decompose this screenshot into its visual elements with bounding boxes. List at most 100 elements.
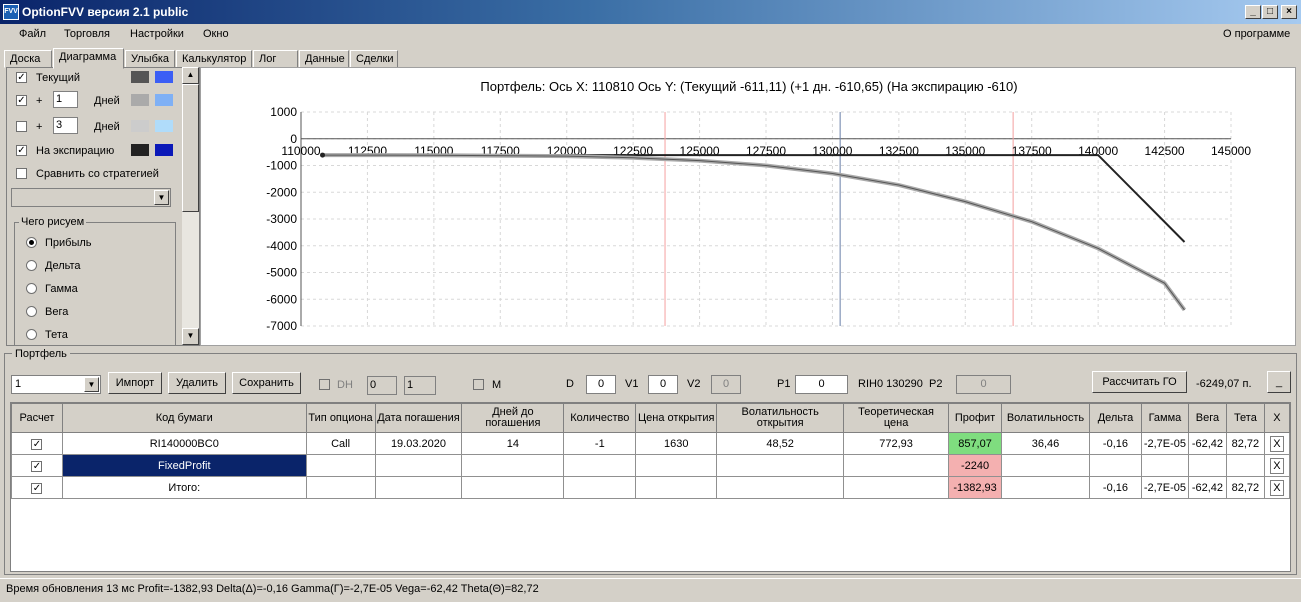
row-calc-checkbox[interactable]: ✓ [31, 438, 43, 450]
cell-profit[interactable]: 857,07 [948, 432, 1003, 455]
d1-dark-swatch[interactable] [131, 94, 149, 106]
scroll-thumb[interactable] [182, 84, 199, 212]
cell-theta[interactable] [1225, 454, 1265, 477]
cell-gamma[interactable] [1140, 454, 1189, 477]
current-dark-swatch[interactable] [131, 71, 149, 83]
remove-row-button[interactable]: X [1269, 435, 1284, 452]
cell-theor-price[interactable] [843, 454, 950, 477]
cell-qty[interactable]: -1 [563, 432, 637, 455]
tab-board[interactable]: Доска [4, 50, 52, 68]
cell-profit[interactable]: -1382,93 [948, 476, 1003, 499]
menu-trading[interactable]: Торговля [64, 28, 110, 40]
cell-open-price[interactable] [635, 454, 718, 477]
cell-vol[interactable] [1001, 454, 1090, 477]
cell-vol[interactable] [1001, 476, 1090, 499]
d3-light-swatch[interactable] [155, 120, 173, 132]
col-calc[interactable]: Расчет [11, 403, 63, 433]
cell-delta[interactable]: -0,16 [1088, 432, 1142, 455]
cell-open-price[interactable]: 1630 [635, 432, 718, 455]
table-row[interactable]: ✓ RI140000BC0 Call 19.03.2020 14 -1 1630… [11, 432, 1291, 455]
col-days[interactable]: Дней до погашения [461, 403, 565, 433]
save-button[interactable]: Сохранить [232, 372, 301, 394]
days1-input[interactable]: 1 [53, 91, 78, 108]
cell-open-price[interactable] [635, 476, 718, 499]
cell-type[interactable] [305, 476, 376, 499]
radio-theta[interactable] [26, 329, 37, 340]
tab-log[interactable]: Лог [253, 50, 298, 68]
days2-input[interactable]: 3 [53, 117, 78, 134]
collapse-button[interactable]: _ [1267, 371, 1291, 393]
d-field[interactable]: 0 [586, 375, 616, 394]
chevron-down-icon[interactable]: ▼ [154, 190, 169, 205]
minimize-button[interactable]: _ [1245, 5, 1261, 19]
table-row[interactable]: ✓ FixedProfit -2240 X [11, 454, 1291, 477]
calc-go-button[interactable]: Рассчитать ГО [1092, 371, 1187, 393]
d3-dark-swatch[interactable] [131, 120, 149, 132]
cell-vega[interactable] [1187, 454, 1227, 477]
menu-settings[interactable]: Настройки [130, 28, 184, 40]
cell-qty[interactable] [563, 454, 637, 477]
cell-date[interactable] [374, 454, 463, 477]
cell-delta[interactable]: -0,16 [1088, 476, 1142, 499]
portfolio-select[interactable]: 1 ▼ [11, 375, 101, 394]
current-checkbox[interactable]: ✓ [16, 72, 27, 83]
cell-days[interactable] [461, 454, 565, 477]
menu-window[interactable]: Окно [203, 28, 229, 40]
plus-days1-checkbox[interactable]: ✓ [16, 95, 27, 106]
col-open-vol[interactable]: Волатильность открытия [716, 403, 845, 433]
tab-calculator[interactable]: Калькулятор [176, 50, 252, 68]
row-calc-checkbox[interactable]: ✓ [31, 460, 43, 472]
col-vega[interactable]: Вега [1187, 403, 1227, 433]
cell-days[interactable] [461, 476, 565, 499]
current-light-swatch[interactable] [155, 71, 173, 83]
tab-deals[interactable]: Сделки [350, 50, 398, 68]
cell-code[interactable]: Итого: [61, 476, 307, 499]
cell-days[interactable]: 14 [461, 432, 565, 455]
menu-file[interactable]: Файл [19, 28, 46, 40]
table-row[interactable]: ✓ Итого: -1382,93 -0,16 -2,7E-05 -62,42 … [11, 476, 1291, 499]
tab-smile[interactable]: Улыбка [125, 50, 175, 68]
p2-field[interactable]: 0 [956, 375, 1011, 394]
cell-gamma[interactable]: -2,7E-05 [1140, 476, 1189, 499]
remove-row-button[interactable]: X [1269, 457, 1284, 474]
cell-open-vol[interactable] [716, 476, 845, 499]
row-calc-checkbox[interactable]: ✓ [31, 482, 43, 494]
menu-about[interactable]: О программе [1223, 28, 1290, 40]
col-delta[interactable]: Дельта [1088, 403, 1142, 433]
col-remove[interactable]: X [1263, 403, 1291, 433]
col-theta[interactable]: Тета [1225, 403, 1265, 433]
strategy-select[interactable]: ▼ [11, 188, 171, 207]
delete-button[interactable]: Удалить [168, 372, 226, 394]
cell-vega[interactable]: -62,42 [1187, 432, 1227, 455]
cell-type[interactable]: Call [305, 432, 376, 455]
radio-delta[interactable] [26, 260, 37, 271]
dh-checkbox[interactable] [319, 379, 330, 390]
cell-theor-price[interactable] [843, 476, 950, 499]
cell-gamma[interactable]: -2,7E-05 [1140, 432, 1189, 455]
scroll-up-icon[interactable]: ▲ [182, 67, 199, 84]
import-button[interactable]: Импорт [108, 372, 162, 394]
expiry-checkbox[interactable]: ✓ [16, 145, 27, 156]
scroll-down-icon[interactable]: ▼ [182, 328, 199, 345]
radio-profit[interactable] [26, 237, 37, 248]
radio-vega[interactable] [26, 306, 37, 317]
exp-dark-swatch[interactable] [131, 144, 149, 156]
cell-code[interactable]: FixedProfit [61, 454, 307, 477]
col-profit[interactable]: Профит [948, 403, 1003, 433]
cell-vega[interactable]: -62,42 [1187, 476, 1227, 499]
compare-checkbox[interactable] [16, 168, 27, 179]
dh-spin-1[interactable]: 0 [367, 376, 397, 395]
cell-theor-price[interactable]: 772,93 [843, 432, 950, 455]
cell-date[interactable] [374, 476, 463, 499]
m-checkbox[interactable] [473, 379, 484, 390]
tab-data[interactable]: Данные [299, 50, 349, 68]
cell-date[interactable]: 19.03.2020 [374, 432, 463, 455]
dh-spin-2[interactable]: 1 [404, 376, 436, 395]
col-open-price[interactable]: Цена открытия [635, 403, 718, 433]
cell-vol[interactable]: 36,46 [1001, 432, 1090, 455]
col-type[interactable]: Тип опциона [305, 403, 376, 433]
cell-open-vol[interactable]: 48,52 [716, 432, 845, 455]
cell-profit[interactable]: -2240 [948, 454, 1003, 477]
cell-type[interactable] [305, 454, 376, 477]
cell-code[interactable]: RI140000BC0 [61, 432, 307, 455]
